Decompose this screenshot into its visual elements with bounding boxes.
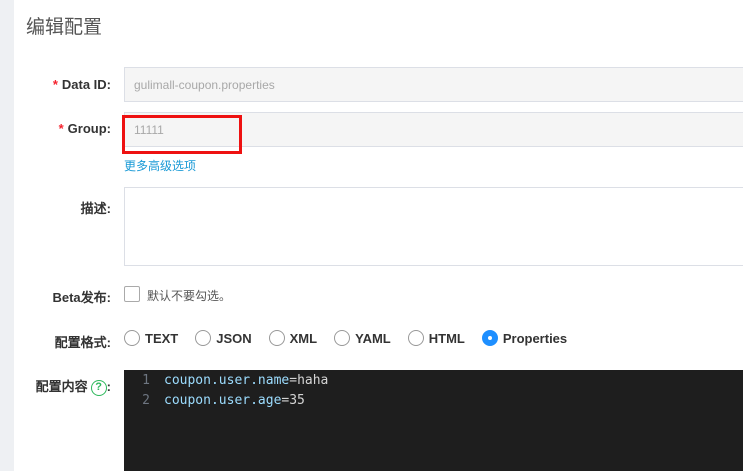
page-title: 编辑配置 <box>26 17 103 38</box>
group-label-text: Group: <box>67 121 111 136</box>
group-highlight-box <box>122 115 242 154</box>
radio-circle <box>407 330 424 346</box>
format-radio-group: TEXT JSON XML YAML HTML Properties <box>124 330 584 346</box>
description-textarea[interactable] <box>124 187 743 266</box>
radio-label: HTML <box>428 330 465 346</box>
format-radio-json[interactable]: JSON <box>195 330 252 346</box>
property-value: 35 <box>289 392 305 408</box>
radio-circle <box>195 330 212 346</box>
question-circle-icon[interactable]: ? <box>90 379 107 396</box>
content-label-text: 配置内容 <box>35 379 88 394</box>
format-radio-html[interactable]: HTML <box>407 330 465 346</box>
property-key: coupon.user.age <box>164 392 282 408</box>
code-text: coupon.user.age=35 <box>164 393 305 408</box>
radio-circle <box>334 330 351 346</box>
more-advanced-options-link[interactable]: 更多高级选项 <box>124 157 196 174</box>
content-label-colon: : <box>106 379 111 394</box>
radio-circle <box>268 330 285 346</box>
data-id-label: * Data ID: <box>53 77 111 92</box>
line-number: 1 <box>142 372 150 388</box>
radio-label: TEXT <box>145 330 179 346</box>
code-editor[interactable]: 1 coupon.user.name=haha 2 coupon.user.ag… <box>124 370 743 471</box>
required-mark: * <box>52 77 58 92</box>
data-id-label-text: Data ID: <box>61 77 111 92</box>
line-number: 2 <box>142 392 150 408</box>
format-label: 配置格式: <box>54 335 111 350</box>
beta-hint: 默认不要勾选。 <box>147 289 232 303</box>
format-radio-text[interactable]: TEXT <box>124 330 178 346</box>
code-text: coupon.user.name=haha <box>164 373 328 388</box>
data-id-value: gulimall-coupon.properties <box>134 77 275 92</box>
description-label: 描述: <box>80 201 111 216</box>
radio-label: JSON <box>216 330 252 346</box>
code-line: 2 coupon.user.age=35 <box>124 390 743 410</box>
radio-circle-checked <box>481 330 498 346</box>
left-sidebar-strip <box>0 0 14 471</box>
format-radio-yaml[interactable]: YAML <box>334 330 391 346</box>
required-mark: * <box>58 121 64 136</box>
content-label: 配置内容?: <box>36 376 111 396</box>
group-label: * Group: <box>59 121 111 136</box>
beta-checkbox[interactable] <box>124 286 140 302</box>
radio-label: Properties <box>502 330 568 346</box>
format-radio-xml[interactable]: XML <box>268 330 318 346</box>
beta-label: Beta发布: <box>52 290 111 305</box>
property-separator: = <box>289 372 298 388</box>
format-radio-properties[interactable]: Properties <box>481 330 568 346</box>
radio-label: YAML <box>355 330 391 346</box>
radio-label: XML <box>289 330 318 346</box>
code-line: 1 coupon.user.name=haha <box>124 370 743 390</box>
radio-circle <box>124 330 140 346</box>
data-id-input[interactable]: gulimall-coupon.properties <box>124 67 743 102</box>
property-value: haha <box>297 372 329 388</box>
property-key: coupon.user.name <box>164 372 290 388</box>
